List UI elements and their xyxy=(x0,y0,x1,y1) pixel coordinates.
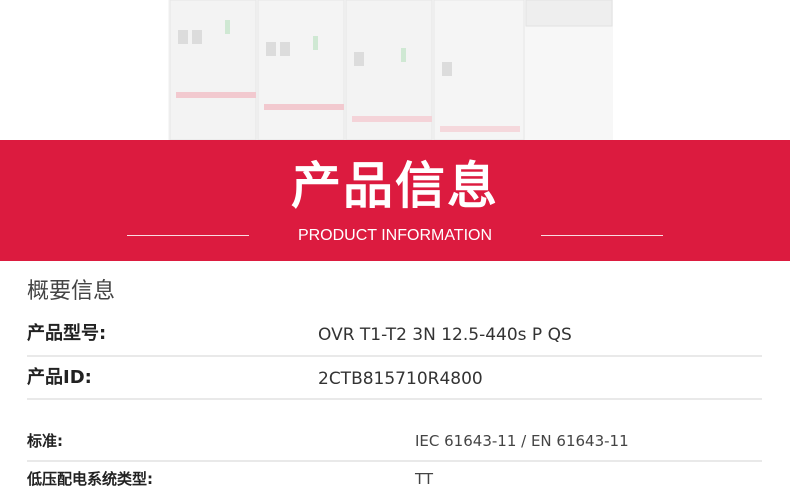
standard-label: 标准: xyxy=(27,432,63,450)
summary-heading: 概要信息 xyxy=(27,279,116,304)
system-type-value: TT xyxy=(415,470,434,488)
model-value: OVR T1-T2 3N 12.5-440s P QS xyxy=(318,325,572,345)
model-label: 产品型号: xyxy=(27,323,107,344)
product-photo xyxy=(0,0,790,140)
banner-divider-right xyxy=(541,235,663,236)
product-id-value: 2CTB815710R4800 xyxy=(318,369,483,389)
product-info-banner: 产品信息 PRODUCT INFORMATION xyxy=(0,140,790,261)
row-divider xyxy=(27,460,762,462)
system-type-label: 低压配电系统类型: xyxy=(27,470,153,488)
row-divider xyxy=(27,355,762,357)
row-divider xyxy=(27,398,762,400)
banner-subtitle: PRODUCT INFORMATION xyxy=(297,227,493,244)
banner-title: 产品信息 xyxy=(291,157,499,215)
product-id-label: 产品ID: xyxy=(27,367,92,388)
standard-value: IEC 61643-11 / EN 61643-11 xyxy=(415,432,629,450)
